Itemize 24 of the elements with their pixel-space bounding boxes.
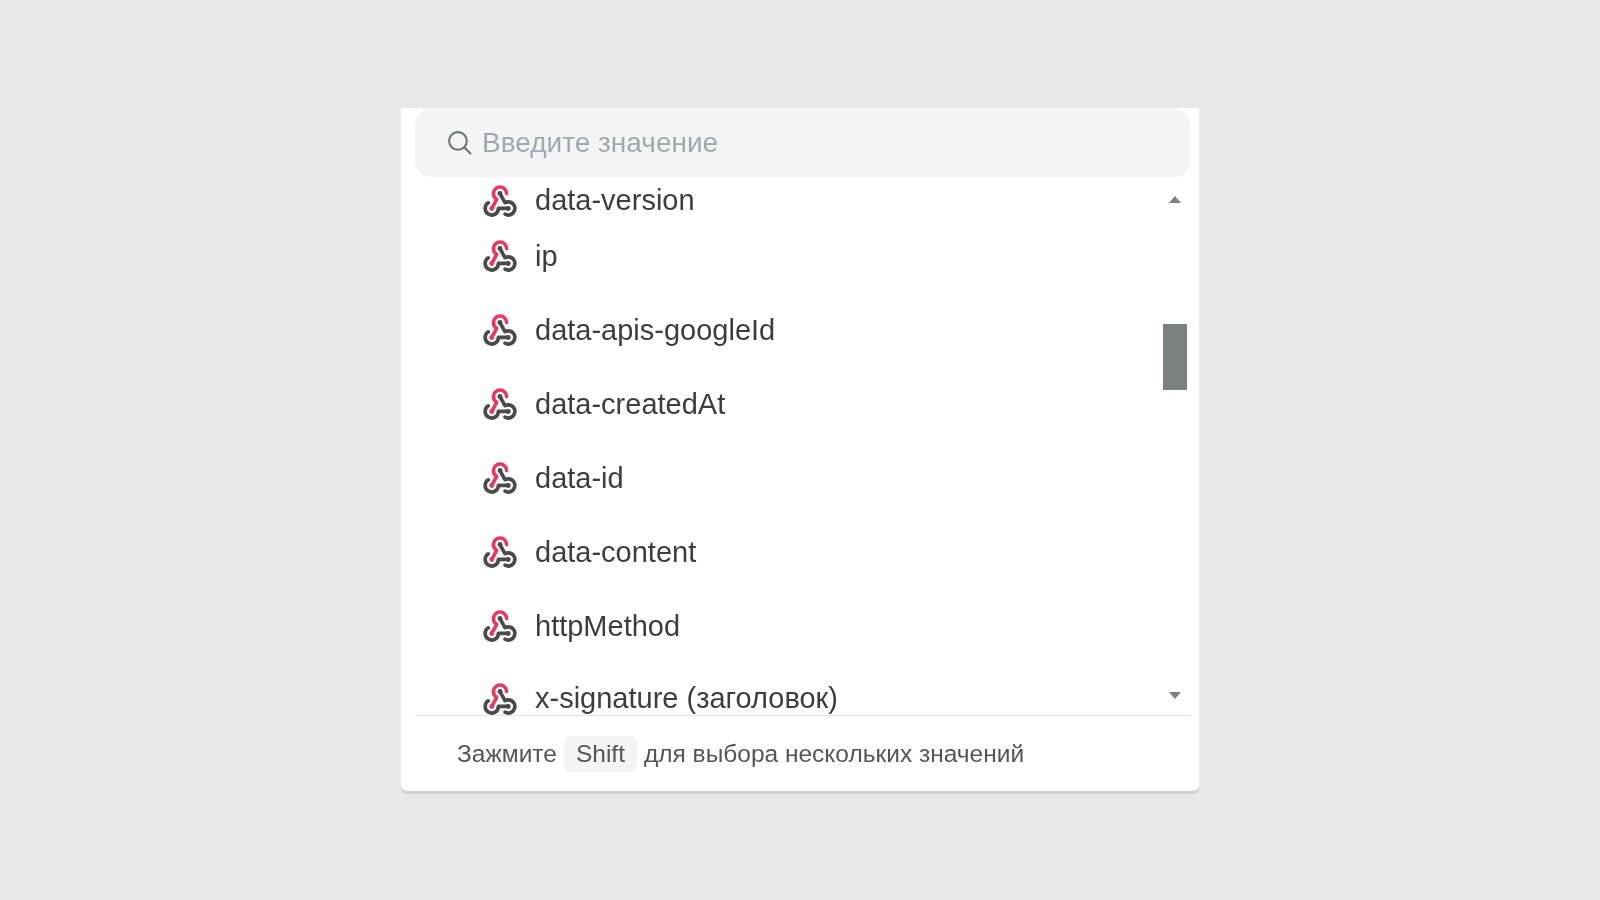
webhook-icon (483, 388, 517, 420)
webhook-icon (483, 314, 517, 346)
webhook-icon (483, 240, 517, 272)
webhook-icon (483, 462, 517, 494)
scrollbar-thumb[interactable] (1163, 324, 1187, 390)
webhook-icon (483, 536, 517, 568)
caret-down-icon[interactable] (1169, 692, 1181, 699)
option-item[interactable]: data-version (415, 177, 1163, 217)
hint-text: Зажмите (457, 739, 557, 768)
webhook-icon (483, 610, 517, 642)
search-icon (447, 130, 472, 155)
keyboard-key: Shift (563, 735, 637, 772)
search-field[interactable]: Введите значение (415, 108, 1190, 177)
option-item[interactable]: ip (415, 217, 1163, 291)
webhook-icon (483, 185, 517, 217)
option-item[interactable]: x-signature (заголовок) (415, 661, 1163, 715)
option-item[interactable]: data-createdAt (415, 365, 1163, 439)
hint-text: для выбора нескольких значений (643, 739, 1025, 768)
caret-up-icon[interactable] (1169, 196, 1181, 203)
option-item[interactable]: data-id (415, 439, 1163, 513)
option-item[interactable]: data-apis-googleId (415, 291, 1163, 365)
option-item[interactable]: data-content (415, 513, 1163, 587)
option-item[interactable]: httpMethod (415, 587, 1163, 661)
webhook-icon (483, 683, 517, 715)
